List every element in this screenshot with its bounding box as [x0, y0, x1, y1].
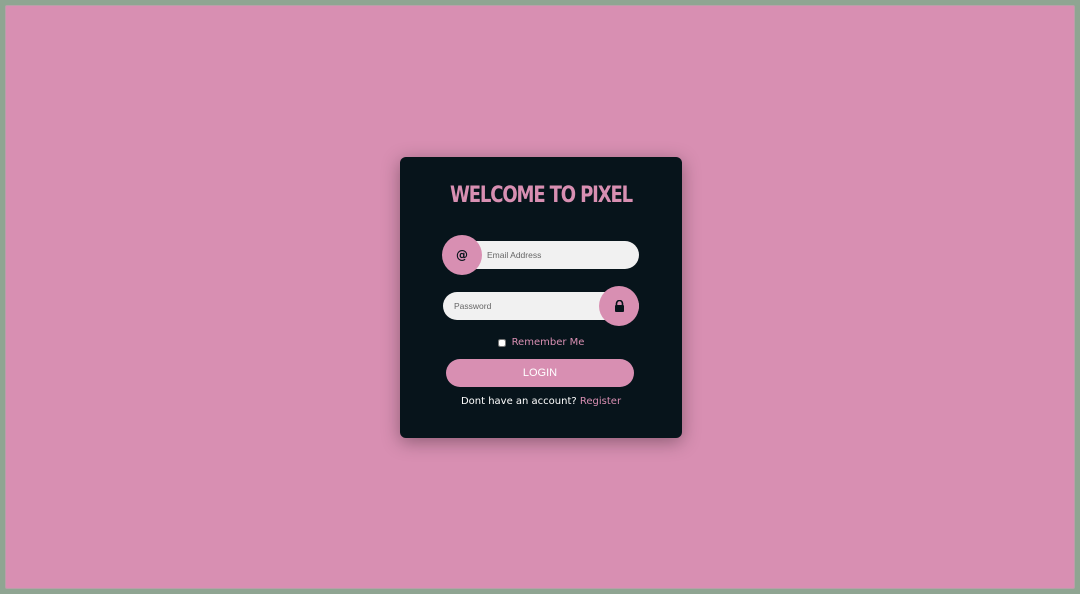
register-link[interactable]: Register — [580, 396, 621, 407]
at-icon: @ — [456, 248, 468, 262]
remember-me-label[interactable]: Remember Me — [512, 337, 585, 348]
lock-icon-badge — [599, 286, 639, 326]
at-icon-badge: @ — [442, 235, 482, 275]
login-title: WELCOME TO PIXEL — [449, 183, 633, 208]
page-background: WELCOME TO PIXEL @ Remember Me LOGIN Don… — [5, 5, 1075, 589]
remember-me-row: Remember Me — [400, 337, 682, 348]
lock-icon — [614, 300, 624, 312]
login-button[interactable]: LOGIN — [446, 359, 634, 387]
login-card: WELCOME TO PIXEL @ Remember Me LOGIN Don… — [400, 157, 682, 438]
register-prompt: Dont have an account? — [460, 396, 577, 407]
register-line: Dont have an account? Register — [400, 396, 682, 407]
remember-me-checkbox[interactable] — [497, 338, 506, 347]
